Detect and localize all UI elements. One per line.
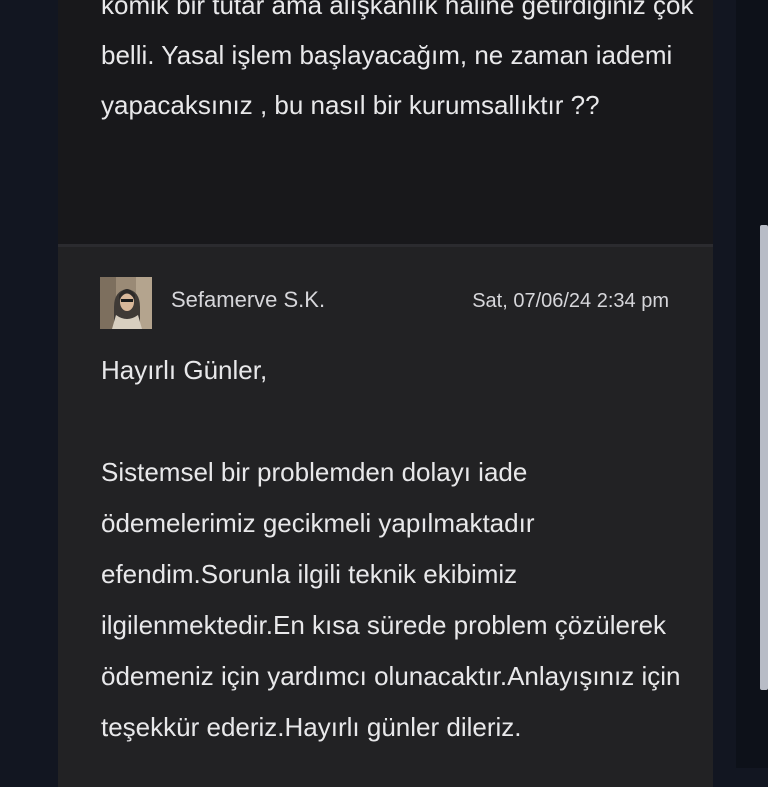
avatar-image (100, 277, 152, 329)
author-name: Sefamerve S.K. (171, 287, 326, 312)
previous-message-card: komik bir tutar ama alışkanlık haline ge… (58, 0, 713, 244)
reply-greeting: Hayırlı Günler, (101, 355, 268, 385)
reply-text: Sistemsel bir problemden dolayı iade öde… (101, 457, 681, 742)
reply-message-card: Sefamerve S.K. Sat, 07/06/24 2:34 pm Hay… (58, 247, 713, 787)
avatar[interactable] (100, 277, 152, 329)
previous-message-text: komik bir tutar ama alışkanlık haline ge… (101, 0, 694, 120)
reply-body: Hayırlı Günler, Sistemsel bir problemden… (101, 345, 681, 753)
message-timestamp: Sat, 07/06/24 2:34 pm (472, 290, 669, 312)
scrollbar-thumb[interactable] (760, 225, 768, 690)
